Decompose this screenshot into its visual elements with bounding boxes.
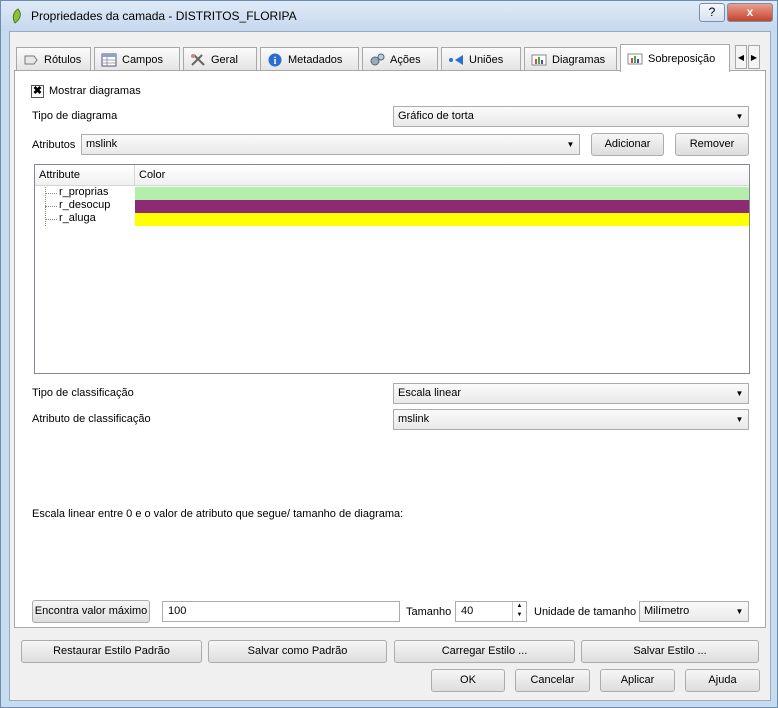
- find-max-button[interactable]: Encontra valor máximo: [32, 600, 150, 623]
- classification-attr-value: mslink: [398, 413, 430, 425]
- size-unit-select[interactable]: Milímetro ▼: [639, 601, 749, 622]
- chevron-down-icon: ▼: [735, 389, 744, 398]
- max-value-input[interactable]: 100: [162, 601, 400, 622]
- classification-attr-label: Atributo de classificação: [32, 413, 151, 425]
- help-window-button[interactable]: ?: [699, 3, 725, 22]
- help-button[interactable]: Ajuda: [685, 669, 760, 692]
- save-style-button[interactable]: Salvar Estilo ...: [581, 640, 759, 663]
- tab-acoes[interactable]: Ações: [362, 47, 438, 71]
- header-color[interactable]: Color: [135, 165, 749, 186]
- tab-label: Metadados: [288, 53, 343, 66]
- color-swatch[interactable]: [135, 213, 749, 226]
- classification-attr-select[interactable]: mslink ▼: [393, 409, 749, 430]
- dialog-client: Rótulos Campos Geral i Metadados Ações U…: [9, 31, 771, 701]
- load-style-button[interactable]: Carregar Estilo ...: [394, 640, 575, 663]
- tab-bar: Rótulos Campos Geral i Metadados Ações U…: [14, 44, 766, 72]
- attributes-select[interactable]: mslink ▼: [81, 134, 580, 155]
- scale-description: Escala linear entre 0 e o valor de atrib…: [32, 508, 404, 520]
- layer-properties-window: Propriedades da camada - DISTRITOS_FLORI…: [0, 0, 778, 708]
- tab-label: Diagramas: [552, 53, 606, 66]
- tree-row[interactable]: r_proprias: [35, 186, 749, 200]
- tree-branch-line: [45, 219, 57, 220]
- add-button[interactable]: Adicionar: [591, 133, 664, 156]
- chevron-down-icon: ▼: [735, 415, 744, 424]
- tab-label: Rótulos: [44, 53, 82, 66]
- title-bar: Propriedades da camada - DISTRITOS_FLORI…: [1, 1, 777, 31]
- table-icon: [101, 53, 117, 66]
- tab-label: Ações: [390, 53, 421, 66]
- remove-button[interactable]: Remover: [675, 133, 749, 156]
- tree-row[interactable]: r_aluga: [35, 212, 749, 226]
- spin-down-icon[interactable]: ▼: [513, 611, 526, 620]
- spin-up-icon[interactable]: ▲: [513, 602, 526, 611]
- tab-rotulos[interactable]: Rótulos: [16, 47, 91, 71]
- classification-type-value: Escala linear: [398, 387, 461, 399]
- size-label: Tamanho: [406, 606, 452, 618]
- close-window-button[interactable]: x: [727, 3, 773, 22]
- chevron-down-icon: ▼: [735, 112, 744, 121]
- attribute-color-tree: Attribute Color r_proprias r_desocup r_a…: [34, 164, 750, 374]
- size-unit-label: Unidade de tamanho: [534, 606, 637, 618]
- svg-text:i: i: [274, 56, 277, 67]
- diagram-type-select[interactable]: Gráfico de torta ▼: [393, 106, 749, 127]
- spin-buttons[interactable]: ▲ ▼: [512, 602, 526, 621]
- diagram-type-value: Gráfico de torta: [398, 110, 474, 122]
- tab-scroll-left-button[interactable]: ◀: [735, 45, 747, 69]
- attributes-value: mslink: [86, 138, 118, 150]
- join-icon: [449, 54, 463, 65]
- show-diagrams-label: Mostrar diagramas: [49, 85, 141, 97]
- size-spinbox[interactable]: 40 ▲ ▼: [455, 601, 527, 622]
- attributes-label: Atributos: [32, 139, 76, 151]
- row-name: r_proprias: [59, 186, 109, 198]
- chevron-down-icon: ▼: [735, 607, 744, 616]
- classification-type-select[interactable]: Escala linear ▼: [393, 383, 749, 404]
- color-swatch[interactable]: [135, 187, 749, 200]
- show-diagrams-checkbox[interactable]: ✖: [31, 85, 44, 98]
- tree-row[interactable]: r_desocup: [35, 199, 749, 213]
- apply-button[interactable]: Aplicar: [600, 669, 675, 692]
- ok-button[interactable]: OK: [431, 669, 505, 692]
- size-value: 40: [461, 605, 474, 617]
- diagram-icon: [531, 54, 547, 65]
- tab-label: Geral: [211, 53, 238, 66]
- overlay-panel: ✖ Mostrar diagramas Tipo de diagrama Grá…: [14, 70, 766, 628]
- overlay-icon: [627, 53, 643, 64]
- restore-default-style-button[interactable]: Restaurar Estilo Padrão: [21, 640, 202, 663]
- tab-label: Uniões: [469, 53, 504, 66]
- window-title: Propriedades da camada - DISTRITOS_FLORI…: [31, 9, 297, 23]
- diagram-type-label: Tipo de diagrama: [32, 110, 118, 122]
- tab-label: Campos: [122, 53, 163, 66]
- chevron-down-icon: ▼: [566, 140, 575, 149]
- tab-campos[interactable]: Campos: [94, 47, 180, 71]
- gears-icon: [370, 53, 385, 65]
- tools-icon: [191, 53, 205, 66]
- tree-branch-line: [45, 193, 57, 194]
- tab-unioes[interactable]: Uniões: [441, 47, 521, 71]
- tab-geral[interactable]: Geral: [183, 47, 257, 71]
- qgis-icon: [12, 8, 21, 24]
- tab-label: Sobreposição: [648, 52, 716, 65]
- info-icon: i: [268, 53, 282, 67]
- classification-type-label: Tipo de classificação: [32, 387, 134, 399]
- tab-metadados[interactable]: i Metadados: [260, 47, 359, 71]
- row-name: r_aluga: [59, 212, 96, 224]
- tab-scroll-right-button[interactable]: ▶: [748, 45, 760, 69]
- tree-header: Attribute Color: [35, 165, 749, 186]
- tab-sobreposicao[interactable]: Sobreposição: [620, 44, 730, 72]
- row-name: r_desocup: [59, 199, 111, 211]
- labels-icon: [24, 55, 38, 64]
- tree-branch-line: [45, 206, 57, 207]
- color-swatch[interactable]: [135, 200, 749, 213]
- size-unit-value: Milímetro: [644, 605, 690, 617]
- tab-diagramas[interactable]: Diagramas: [524, 47, 617, 71]
- header-attribute[interactable]: Attribute: [35, 165, 135, 186]
- cancel-button[interactable]: Cancelar: [515, 669, 590, 692]
- save-as-default-button[interactable]: Salvar como Padrão: [208, 640, 387, 663]
